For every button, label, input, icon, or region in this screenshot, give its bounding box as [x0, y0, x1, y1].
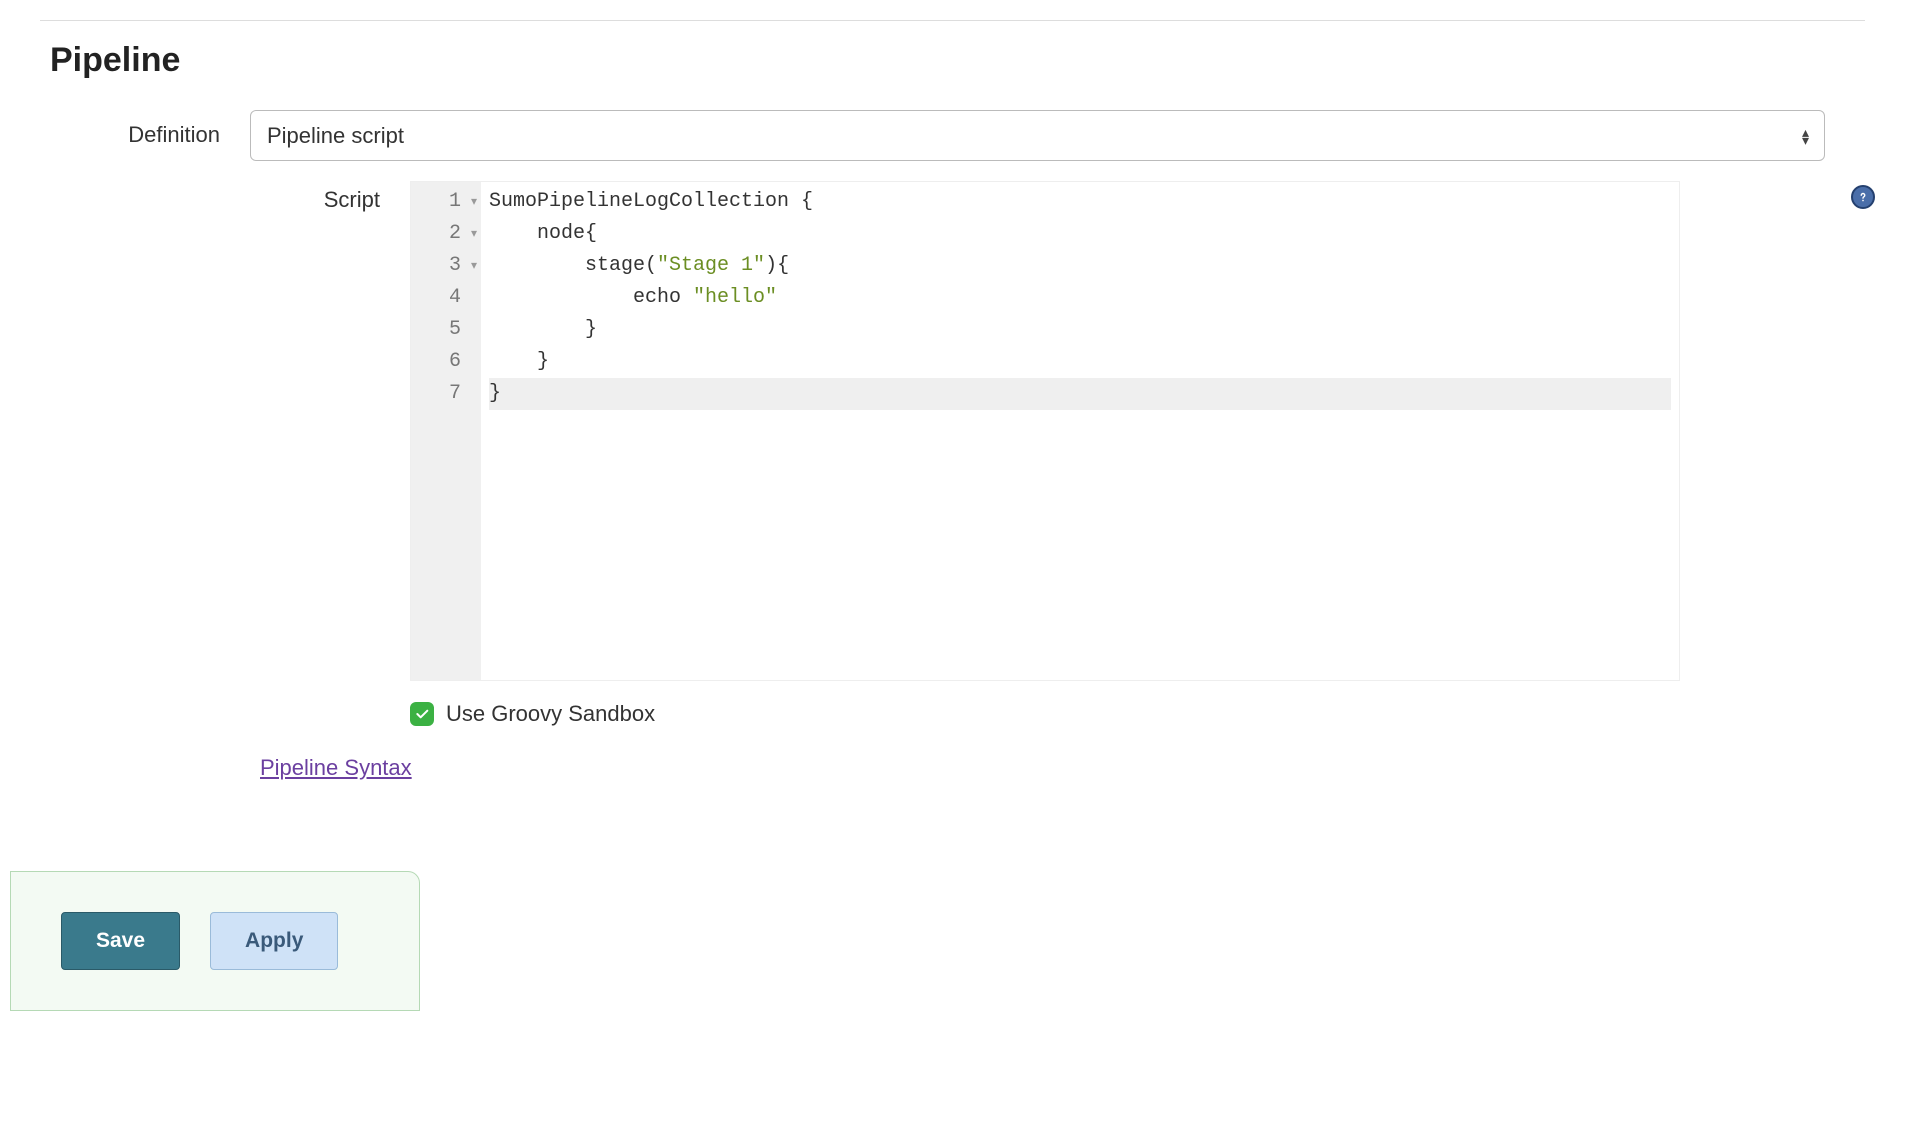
script-label: Script [40, 181, 410, 213]
code-line[interactable]: } [489, 378, 1671, 410]
code-line[interactable]: stage("Stage 1"){ [489, 250, 1671, 282]
definition-select[interactable]: Pipeline script [250, 110, 1825, 161]
sandbox-label: Use Groovy Sandbox [446, 701, 655, 727]
code-line[interactable]: } [489, 314, 1671, 346]
gutter-line: 3 [411, 250, 481, 282]
sandbox-checkbox[interactable] [410, 702, 434, 726]
pipeline-syntax-link[interactable]: Pipeline Syntax [260, 755, 412, 781]
code-line[interactable]: SumoPipelineLogCollection { [489, 186, 1671, 218]
gutter-line: 2 [411, 218, 481, 250]
sandbox-row: Use Groovy Sandbox [410, 701, 1710, 727]
code-line[interactable]: } [489, 346, 1671, 378]
editor-gutter: 1234567 [411, 182, 481, 680]
footer-actions: Save Apply [10, 871, 420, 1011]
gutter-line: 5 [411, 314, 481, 346]
gutter-line: 4 [411, 282, 481, 314]
save-button[interactable]: Save [61, 912, 180, 970]
gutter-line: 7 [411, 378, 481, 410]
section-divider [40, 20, 1865, 21]
definition-label: Definition [40, 110, 250, 148]
apply-button[interactable]: Apply [210, 912, 338, 970]
script-editor[interactable]: 1234567 SumoPipelineLogCollection { node… [410, 181, 1680, 681]
editor-code[interactable]: SumoPipelineLogCollection { node{ stage(… [481, 182, 1679, 680]
definition-row: Definition Pipeline script ▴▾ [40, 110, 1865, 161]
help-icon[interactable] [1851, 185, 1875, 209]
gutter-line: 1 [411, 186, 481, 218]
gutter-line: 6 [411, 346, 481, 378]
section-title: Pipeline [50, 41, 1865, 80]
code-line[interactable]: echo "hello" [489, 282, 1671, 314]
script-row: Script 1234567 SumoPipelineLogCollection… [40, 181, 1865, 681]
code-line[interactable]: node{ [489, 218, 1671, 250]
